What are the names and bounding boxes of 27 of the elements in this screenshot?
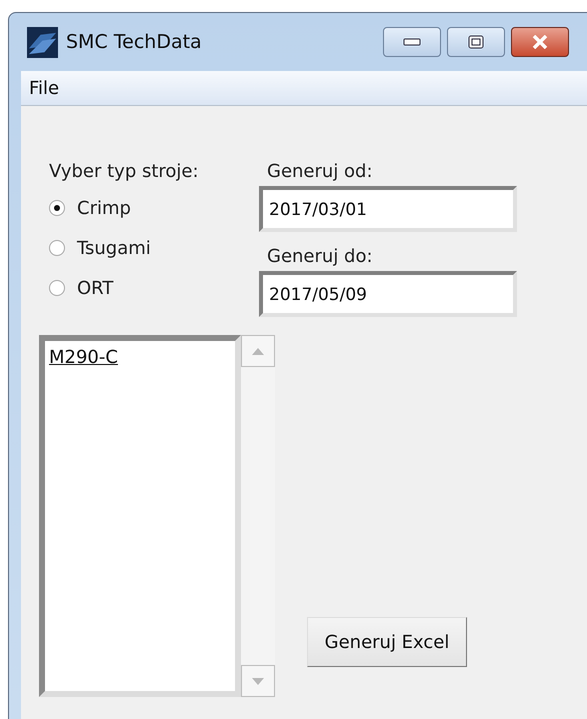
- group-label: Vyber typ stroje:: [49, 161, 200, 182]
- radio-option[interactable]: Tsugami: [49, 228, 259, 268]
- app-logo-icon: [27, 26, 58, 58]
- minimize-button[interactable]: [383, 27, 441, 57]
- radio-button[interactable]: [49, 200, 65, 216]
- radio-option[interactable]: ORT: [49, 268, 259, 308]
- field-label: Generuj do:: [267, 246, 373, 267]
- maximize-icon: [468, 35, 484, 49]
- radio-button[interactable]: [49, 240, 65, 256]
- generate-excel-button[interactable]: Generuj Excel: [307, 617, 467, 667]
- scrollbar[interactable]: [241, 335, 275, 697]
- scroll-up-button[interactable]: [241, 335, 275, 367]
- down-arrow-icon: [252, 678, 264, 684]
- minimize-icon: [403, 38, 421, 46]
- window-title: SMC TechData: [66, 31, 202, 53]
- radio-option[interactable]: Crimp: [49, 188, 259, 228]
- maximize-button[interactable]: [447, 27, 505, 57]
- radio-button[interactable]: [49, 280, 65, 296]
- close-icon: [532, 35, 548, 49]
- up-arrow-icon: [252, 348, 264, 354]
- date-field[interactable]: 2017/05/09: [259, 271, 517, 317]
- list-item[interactable]: M290-C: [49, 347, 118, 368]
- scroll-down-button[interactable]: [241, 665, 275, 697]
- field-label: Generuj od:: [267, 161, 373, 182]
- close-button[interactable]: [511, 27, 569, 57]
- menu-item[interactable]: File: [21, 78, 68, 98]
- date-field[interactable]: 2017/03/01: [259, 186, 517, 232]
